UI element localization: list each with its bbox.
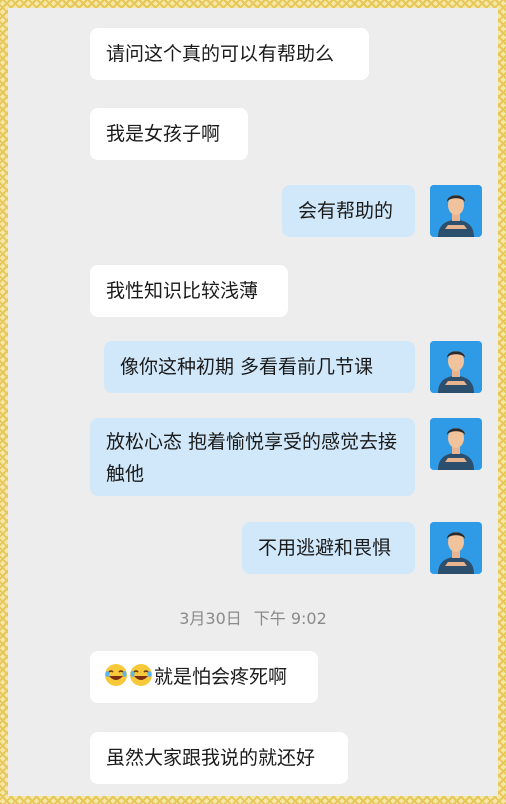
chat-window: 请问这个真的可以有帮助么 我是女孩子啊 会有帮助的 我性知识比较浅薄 像你这种初… [8, 8, 498, 796]
message-bubble-outgoing[interactable]: 放松心态 抱着愉悦享受的感觉去接触他 [90, 418, 415, 496]
message-bubble-incoming[interactable]: 请问这个真的可以有帮助么 [90, 28, 369, 80]
avatar[interactable] [430, 185, 482, 237]
man-avatar-icon [430, 185, 482, 237]
message-text: 就是怕会疼死啊 [154, 666, 288, 688]
timestamp-time: 下午 9:02 [253, 609, 327, 628]
message-bubble-incoming[interactable]: 我性知识比较浅薄 [90, 265, 288, 317]
message-bubble-outgoing[interactable]: 不用逃避和畏惧 [242, 522, 415, 574]
message-bubble-incoming[interactable]: 就是怕会疼死啊 [90, 651, 318, 703]
message-bubble-incoming[interactable]: 虽然大家跟我说的就还好 [90, 732, 348, 784]
man-avatar-icon [430, 341, 482, 393]
timestamp: 3月30日 下午 9:02 [8, 605, 498, 629]
message-bubble-outgoing[interactable]: 会有帮助的 [282, 185, 415, 237]
laughing-tears-emoji [105, 664, 127, 686]
man-avatar-icon [430, 418, 482, 470]
timestamp-date: 3月30日 [179, 609, 242, 628]
message-bubble-outgoing[interactable]: 像你这种初期 多看看前几节课 [104, 341, 415, 393]
message-bubble-incoming[interactable]: 我是女孩子啊 [90, 108, 248, 160]
avatar[interactable] [430, 522, 482, 574]
laughing-tears-emoji [130, 664, 152, 686]
avatar[interactable] [430, 418, 482, 470]
man-avatar-icon [430, 522, 482, 574]
avatar[interactable] [430, 341, 482, 393]
